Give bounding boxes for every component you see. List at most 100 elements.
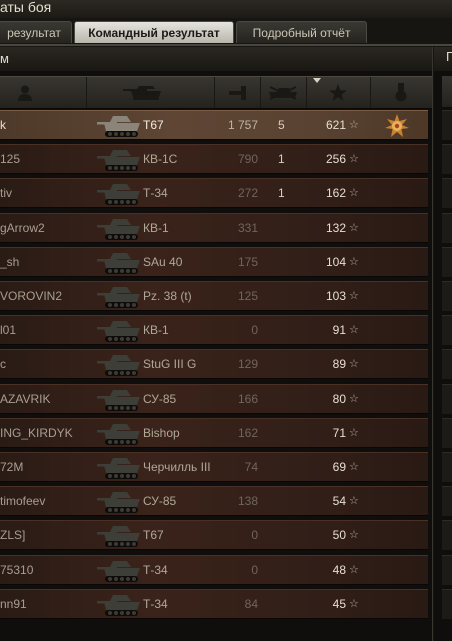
vehicle-name: Т-34 (143, 186, 168, 201)
xp-star-icon: ☆ (349, 597, 359, 610)
vehicle-name: КВ-1 (143, 220, 169, 235)
vehicle-icon (97, 252, 140, 274)
damage-value: 272 (237, 186, 258, 201)
enemy-row-edge (442, 383, 452, 414)
player-name: VOROVIN2 (0, 289, 63, 303)
player-row[interactable]: ING_KIRDYK Bishop 162 71 ☆ (0, 417, 428, 448)
enemy-row-edge (442, 520, 452, 551)
player-name: nn91 (0, 596, 27, 611)
tab-bar: результат Командный результат Подробный … (0, 19, 452, 45)
vehicle-icon (97, 218, 140, 240)
vehicle-name: КВ-1 (143, 323, 169, 338)
player-row[interactable]: 72M Черчилль III 74 69 ☆ (0, 452, 428, 482)
col-damage[interactable] (215, 77, 261, 108)
col-kills[interactable] (261, 77, 307, 108)
tank-icon (123, 86, 161, 100)
vehicle-icon (97, 492, 140, 514)
player-row[interactable]: 75310 Т-34 0 48 ☆ (0, 554, 428, 585)
col-xp[interactable] (307, 77, 371, 108)
tab-underline (0, 44, 452, 46)
xp-value: 103 (325, 289, 346, 303)
player-row[interactable]: nn91 Т-34 84 45 ☆ (0, 588, 428, 619)
player-row[interactable]: c StuG III G 129 89 ☆ (0, 349, 428, 380)
xp-value: 50 (332, 528, 346, 543)
vehicle-name: СУ-85 (143, 391, 177, 406)
xp-star-icon: ☆ (349, 119, 359, 131)
damage-value: 0 (251, 323, 258, 338)
vehicle-icon (97, 150, 140, 172)
kills-value: 1 (278, 152, 285, 167)
enemy-row-edge (442, 281, 452, 311)
xp-value: 162 (325, 186, 346, 201)
vehicle-icon (97, 594, 140, 616)
vehicle-name: T67 (143, 118, 164, 132)
xp-star-icon: ☆ (349, 563, 359, 576)
xp-value: 80 (332, 391, 346, 406)
player-row[interactable]: 125 КВ-1С 790 1 256 ☆ (0, 144, 428, 175)
col-player[interactable] (0, 77, 87, 108)
xp-star-icon (329, 84, 347, 101)
damage-value: 166 (237, 391, 258, 406)
vehicle-icon (97, 184, 140, 206)
vehicle-name: Bishop (143, 425, 180, 440)
enemy-row-edge (442, 554, 452, 585)
damage-value: 138 (237, 494, 258, 509)
tab-team-result[interactable]: Командный результат (74, 21, 234, 43)
xp-value: 71 (332, 425, 346, 440)
vehicle-icon (97, 287, 140, 308)
player-row[interactable]: gArrow2 КВ-1 331 132 ☆ (0, 212, 428, 243)
vehicle-icon (97, 423, 140, 445)
xp-value: 54 (332, 494, 346, 509)
xp-star-icon: ☆ (349, 187, 359, 200)
damage-value: 74 (244, 460, 258, 474)
player-row[interactable]: AZAVRIK СУ-85 166 80 ☆ (0, 383, 428, 414)
damage-value: 162 (237, 425, 258, 440)
xp-star-icon: ☆ (349, 392, 359, 405)
player-name: k (0, 118, 6, 132)
damage-value: 84 (244, 596, 258, 611)
enemy-row-edge (442, 486, 452, 517)
col-vehicle[interactable] (87, 77, 215, 108)
damage-icon (229, 86, 246, 100)
enemy-row-edge (442, 452, 452, 482)
col-medal[interactable] (371, 77, 432, 108)
sort-indicator-icon (313, 78, 321, 83)
player-row[interactable]: l01 КВ-1 0 91 ☆ (0, 315, 428, 346)
player-name: AZAVRIK (0, 391, 51, 406)
damage-value: 0 (251, 562, 258, 577)
player-name: ZLS] (0, 528, 26, 543)
team-panel: м k T67 1 757 5 621 ☆ 125 КВ-1С 790 1 25… (0, 47, 433, 641)
damage-value: 175 (237, 254, 258, 269)
player-row[interactable]: _sh SAu 40 175 104 ☆ (0, 246, 428, 277)
player-row[interactable]: k T67 1 757 5 621 ☆ (0, 110, 428, 140)
player-row[interactable]: tiv Т-34 272 1 162 ☆ (0, 178, 428, 209)
xp-value: 256 (325, 152, 346, 167)
xp-star-icon: ☆ (349, 358, 359, 371)
enemy-row-edge (442, 246, 452, 277)
tab-detailed-report[interactable]: Подробный отчёт (236, 21, 367, 43)
player-icon (18, 85, 32, 101)
enemy-row-edge (442, 110, 452, 140)
xp-star-icon: ☆ (349, 324, 359, 337)
player-name: tiv (0, 186, 12, 201)
tab-personal-result[interactable]: результат (0, 21, 72, 43)
window-title: аты боя (0, 0, 452, 18)
enemy-row-edge (442, 212, 452, 243)
player-row[interactable]: VOROVIN2 Pz. 38 (t) 125 103 ☆ (0, 281, 428, 311)
team-label: м (0, 51, 9, 66)
xp-value: 132 (325, 220, 346, 235)
kills-value: 1 (278, 186, 285, 201)
xp-star-icon: ☆ (349, 495, 359, 508)
vehicle-name: КВ-1С (143, 152, 178, 167)
player-row[interactable]: timofeev СУ-85 138 54 ☆ (0, 486, 428, 517)
vehicle-name: SAu 40 (143, 254, 183, 269)
player-row[interactable]: ZLS] T67 0 50 ☆ (0, 520, 428, 551)
player-name: 72M (0, 460, 24, 474)
enemy-panel-edge: П (434, 47, 452, 641)
xp-star-icon: ☆ (349, 221, 359, 234)
xp-star-icon: ☆ (349, 461, 359, 473)
damage-value: 1 757 (227, 118, 258, 132)
vehicle-name: Т-34 (143, 596, 168, 611)
xp-star-icon: ☆ (349, 290, 359, 302)
kills-value: 5 (278, 118, 285, 132)
